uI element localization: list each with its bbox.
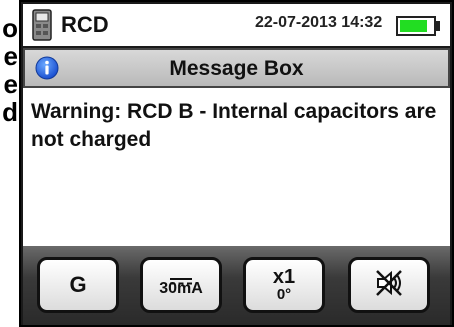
app-title: RCD (61, 12, 109, 37)
message-box-title: Message Box (169, 57, 304, 80)
battery-icon (396, 16, 436, 36)
multiplier-button[interactable]: x1 0° (243, 257, 325, 313)
rcd-device-icon (29, 8, 55, 42)
softkey-bar: G 30mA x1 0° (23, 246, 450, 325)
status-bar: RCD 22-07-2013 14:32 (23, 4, 450, 46)
dc-symbol-icon (168, 272, 194, 285)
datetime: 22-07-2013 14:32 (255, 14, 383, 31)
message-box-body: Warning: RCD B - Internal capacitors are… (23, 88, 450, 246)
sound-toggle-button[interactable] (348, 257, 430, 313)
phase-angle-label: 0° (276, 286, 292, 303)
g-button-label: G (69, 272, 87, 297)
side-text-line: d (2, 97, 18, 126)
side-text: o e e d (0, 14, 18, 126)
battery-tip (436, 21, 440, 31)
side-text-line: e (3, 69, 18, 99)
g-button[interactable]: G (37, 257, 119, 313)
device-screen: RCD 22-07-2013 14:32 Message Box Warning… (19, 0, 454, 327)
side-text-line: o (2, 14, 18, 43)
side-text-line: e (3, 41, 18, 71)
message-box-header: Message Box (23, 48, 450, 88)
current-range-button[interactable]: 30mA (140, 257, 222, 313)
warning-message: Warning: RCD B - Internal capacitors are… (31, 100, 437, 151)
battery-level-fill (400, 20, 427, 32)
multiplier-label: x1 (272, 266, 296, 288)
speaker-muted-icon (374, 268, 404, 303)
